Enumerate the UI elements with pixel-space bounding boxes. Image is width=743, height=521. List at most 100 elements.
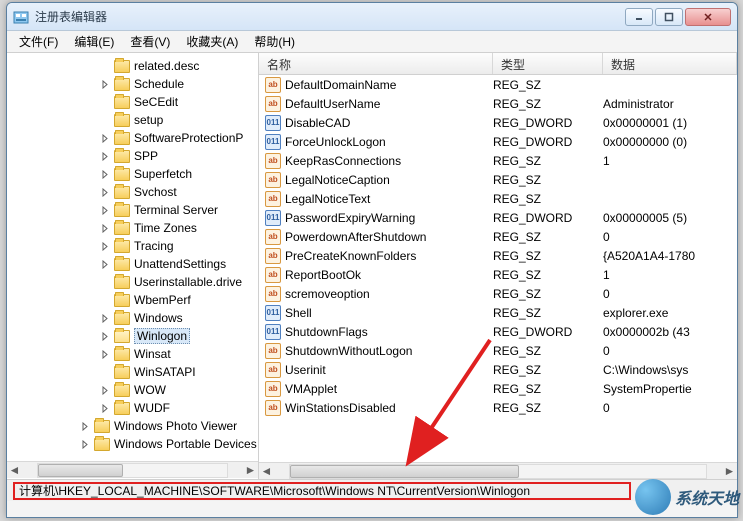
tree-item[interactable]: Schedule <box>7 75 258 93</box>
registry-tree[interactable]: related.descScheduleSeCEditsetupSoftware… <box>7 53 258 461</box>
tree-label: SPP <box>134 149 158 163</box>
value-row[interactable]: abPreCreateKnownFoldersREG_SZ{A520A1A4-1… <box>259 246 737 265</box>
expand-icon[interactable] <box>101 169 112 180</box>
expand-icon[interactable] <box>81 421 92 432</box>
scroll-thumb[interactable] <box>290 465 519 478</box>
value-type: REG_DWORD <box>493 325 603 339</box>
tree-item[interactable]: WbemPerf <box>7 291 258 309</box>
expand-icon[interactable] <box>101 385 112 396</box>
folder-icon <box>114 330 130 343</box>
tree-item[interactable]: Winsat <box>7 345 258 363</box>
expand-icon[interactable] <box>101 241 112 252</box>
minimize-button[interactable] <box>625 8 653 26</box>
tree-item[interactable]: WinSATAPI <box>7 363 258 381</box>
tree-label: Userinstallable.drive <box>134 275 242 289</box>
tree-item[interactable]: Windows Portable Devices <box>7 435 258 453</box>
scroll-right-icon[interactable]: ► <box>243 463 258 478</box>
value-row[interactable]: 011PasswordExpiryWarningREG_DWORD0x00000… <box>259 208 737 227</box>
tree-item[interactable]: Terminal Server <box>7 201 258 219</box>
col-type[interactable]: 类型 <box>493 53 603 74</box>
value-data: 0 <box>603 344 737 358</box>
menu-help[interactable]: 帮助(H) <box>246 31 303 52</box>
maximize-button[interactable] <box>655 8 683 26</box>
scroll-thumb[interactable] <box>38 464 123 477</box>
value-data: 0 <box>603 230 737 244</box>
scroll-right-icon[interactable]: ► <box>722 464 737 479</box>
value-row[interactable]: abLegalNoticeCaptionREG_SZ <box>259 170 737 189</box>
expand-icon[interactable] <box>101 349 112 360</box>
value-name: Userinit <box>285 363 493 377</box>
string-value-icon: ab <box>265 343 281 359</box>
menu-edit[interactable]: 编辑(E) <box>66 31 122 52</box>
leaf-icon <box>101 97 112 108</box>
list-hscroll[interactable]: ◄ ► <box>259 462 737 479</box>
tree-hscroll[interactable]: ◄ ► <box>7 461 258 478</box>
expand-icon[interactable] <box>101 205 112 216</box>
expand-icon[interactable] <box>101 331 112 342</box>
value-name: PasswordExpiryWarning <box>285 211 493 225</box>
tree-label: WOW <box>134 383 166 397</box>
value-row[interactable]: 011ShutdownFlagsREG_DWORD0x0000002b (43 <box>259 322 737 341</box>
values-list[interactable]: abDefaultDomainNameREG_SZabDefaultUserNa… <box>259 75 737 462</box>
value-data: explorer.exe <box>603 306 737 320</box>
value-name: DisableCAD <box>285 116 493 130</box>
value-row[interactable]: abLegalNoticeTextREG_SZ <box>259 189 737 208</box>
expand-icon[interactable] <box>101 187 112 198</box>
value-data: 0x00000000 (0) <box>603 135 737 149</box>
col-data[interactable]: 数据 <box>603 53 737 74</box>
expand-icon[interactable] <box>101 313 112 324</box>
folder-icon <box>114 294 130 307</box>
tree-item[interactable]: SPP <box>7 147 258 165</box>
tree-item[interactable]: UnattendSettings <box>7 255 258 273</box>
tree-item[interactable]: Tracing <box>7 237 258 255</box>
value-row[interactable]: abReportBootOkREG_SZ1 <box>259 265 737 284</box>
value-row[interactable]: abPowerdownAfterShutdownREG_SZ0 <box>259 227 737 246</box>
string-value-icon: ab <box>265 229 281 245</box>
tree-item[interactable]: related.desc <box>7 57 258 75</box>
tree-item[interactable]: Windows <box>7 309 258 327</box>
expand-icon[interactable] <box>101 259 112 270</box>
value-row[interactable]: abKeepRasConnectionsREG_SZ1 <box>259 151 737 170</box>
value-row[interactable]: abShutdownWithoutLogonREG_SZ0 <box>259 341 737 360</box>
expand-icon[interactable] <box>101 79 112 90</box>
scroll-left-icon[interactable]: ◄ <box>7 463 22 478</box>
value-row[interactable]: 011ShellREG_SZexplorer.exe <box>259 303 737 322</box>
value-name: DefaultUserName <box>285 97 493 111</box>
tree-item[interactable]: WUDF <box>7 399 258 417</box>
string-value-icon: ab <box>265 400 281 416</box>
col-name[interactable]: 名称 <box>259 53 493 74</box>
value-row[interactable]: abVMAppletREG_SZSystemPropertie <box>259 379 737 398</box>
value-row[interactable]: abWinStationsDisabledREG_SZ0 <box>259 398 737 417</box>
value-row[interactable]: abscremoveoptionREG_SZ0 <box>259 284 737 303</box>
expand-icon[interactable] <box>101 133 112 144</box>
tree-item[interactable]: Userinstallable.drive <box>7 273 258 291</box>
menu-file[interactable]: 文件(F) <box>11 31 66 52</box>
tree-item[interactable]: Svchost <box>7 183 258 201</box>
value-type: REG_DWORD <box>493 211 603 225</box>
expand-icon[interactable] <box>101 403 112 414</box>
expand-icon[interactable] <box>101 151 112 162</box>
value-row[interactable]: abDefaultUserNameREG_SZAdministrator <box>259 94 737 113</box>
close-button[interactable] <box>685 8 731 26</box>
value-row[interactable]: 011ForceUnlockLogonREG_DWORD0x00000000 (… <box>259 132 737 151</box>
expand-icon[interactable] <box>81 439 92 450</box>
tree-item[interactable]: SeCEdit <box>7 93 258 111</box>
tree-item[interactable]: WOW <box>7 381 258 399</box>
value-row[interactable]: abUserinitREG_SZC:\Windows\sys <box>259 360 737 379</box>
tree-item[interactable]: Windows Photo Viewer <box>7 417 258 435</box>
tree-item[interactable]: Time Zones <box>7 219 258 237</box>
tree-item[interactable]: Superfetch <box>7 165 258 183</box>
value-row[interactable]: abDefaultDomainNameREG_SZ <box>259 75 737 94</box>
titlebar[interactable]: 注册表编辑器 <box>7 3 737 31</box>
tree-item[interactable]: setup <box>7 111 258 129</box>
tree-item[interactable]: Winlogon <box>7 327 258 345</box>
scroll-left-icon[interactable]: ◄ <box>259 464 274 479</box>
value-data: 0x00000005 (5) <box>603 211 737 225</box>
value-row[interactable]: 011DisableCADREG_DWORD0x00000001 (1) <box>259 113 737 132</box>
menu-view[interactable]: 查看(V) <box>122 31 178 52</box>
expand-icon[interactable] <box>101 223 112 234</box>
watermark-logo-icon <box>635 479 671 515</box>
menu-favorites[interactable]: 收藏夹(A) <box>178 31 246 52</box>
folder-icon <box>114 366 130 379</box>
tree-item[interactable]: SoftwareProtectionP <box>7 129 258 147</box>
